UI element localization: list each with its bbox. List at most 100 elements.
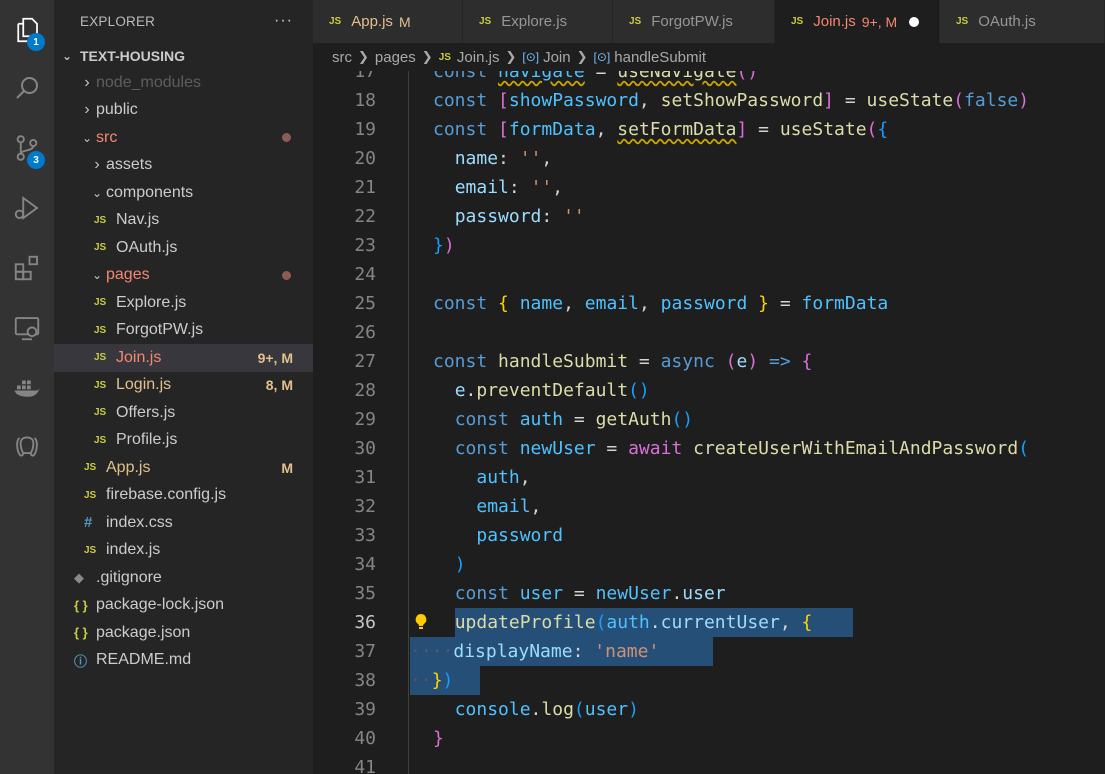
docker-icon[interactable] [0,364,54,412]
more-actions-icon[interactable]: ··· [274,12,293,30]
line-number: 26 [354,322,376,343]
code-line[interactable]: 40} [313,724,1105,753]
code-line[interactable]: 38 ··}) [313,666,1105,695]
code-line[interactable]: 22 password: '' [313,202,1105,231]
code-line[interactable]: 37 ····displayName: 'name' [313,637,1105,666]
code-line[interactable]: 28 e.preventDefault() [313,376,1105,405]
tree-file[interactable]: # index.css [54,509,313,537]
code-token: ] [736,119,748,140]
explorer-sidebar: EXPLORER ··· ⌄ TEXT-HOUSING › node_module… [54,0,313,774]
git-file-icon: ◆ [74,569,84,585]
code-line[interactable]: 19 const [formData, setFormData] = useSta… [313,115,1105,144]
tree-file[interactable]: JS Login.js 8, M [54,372,313,400]
code-line[interactable]: 17 const navigate = useNavigate() [313,71,1105,86]
breadcrumb-pages[interactable]: pages [375,49,416,66]
code-token: => [758,351,802,372]
code-line[interactable]: 24 [313,260,1105,289]
code-line[interactable]: 33 password [313,521,1105,550]
project-section[interactable]: ⌄ TEXT-HOUSING [54,42,313,69]
code-token: const [433,90,499,111]
breadcrumb-symbol-handlesubmit[interactable]: handleSubmit [614,49,706,66]
tree-file[interactable]: JS firebase.config.js [54,482,313,510]
code-line[interactable]: 29 const auth = getAuth() [313,405,1105,434]
tree-file[interactable]: JS index.js [54,537,313,565]
code-token: log [541,699,574,720]
tab-join-js[interactable]: JS Join.js 9+, M [775,0,940,43]
run-debug-icon[interactable] [0,184,54,232]
explorer-icon[interactable]: 1 [0,6,54,54]
tree-file[interactable]: JS Offers.js [54,399,313,427]
tab-status: M [398,13,411,30]
code-token: { [498,293,520,314]
code-text: name: '', [433,148,553,169]
postgres-icon[interactable] [0,424,54,472]
code-token: ) [443,235,455,256]
tree-item-label: Offers.js [116,403,176,421]
code-line[interactable]: 35 const user = newUser.user [313,579,1105,608]
js-file-icon: JS [84,462,97,474]
code-line[interactable]: 20 name: '', [313,144,1105,173]
tree-file[interactable]: JS OAuth.js [54,234,313,262]
tree-folder[interactable]: › assets [54,152,313,180]
code-text: password: '' [433,206,585,227]
code-token: console [454,699,531,720]
js-file-icon: JS [84,489,97,501]
code-editor[interactable]: 17 const navigate = useNavigate() 18 const … [313,71,1105,774]
tree-file[interactable]: { } package-lock.json [54,592,313,620]
lightbulb-icon[interactable] [413,613,429,631]
tree-file[interactable]: JS Nav.js [54,207,313,235]
code-token: } [433,728,444,749]
tab-oauth-js[interactable]: JS OAuth.js [940,0,1105,43]
tree-file[interactable]: ⓘ README.md [54,647,313,675]
tree-item-label: package.json [96,623,191,641]
code-line[interactable]: 26 [313,318,1105,347]
code-token: const [433,119,499,140]
breadcrumb-symbol-join[interactable]: Join [543,49,571,66]
code-token: , [541,148,553,169]
tree-file[interactable]: JS Explore.js [54,289,313,317]
remote-explorer-icon[interactable] [0,304,54,352]
code-token: ( [1018,438,1030,459]
tree-folder[interactable]: ⌄ components [54,179,313,207]
code-line[interactable]: 31 auth, [313,463,1105,492]
search-icon[interactable] [0,64,54,112]
tree-item-label: public [96,101,138,119]
code-line[interactable]: 36 updateProfile(auth.currentUser, { [313,608,1105,637]
tree-folder[interactable]: › node_modules [54,69,313,97]
code-line[interactable]: 34 ) [313,550,1105,579]
breadcrumb-file[interactable]: Join.js [457,49,500,66]
code-token: () [628,380,650,401]
code-text: const [showPassword, setShowPassword] = … [433,90,1029,111]
code-line[interactable]: 25 const { name, email, password } = form… [313,289,1105,318]
code-line[interactable]: 32 email, [313,492,1105,521]
code-text: ··}) [410,670,453,691]
tree-item-label: index.js [106,541,161,559]
tree-folder[interactable]: › public [54,97,313,125]
code-token: ( [595,612,607,633]
breadcrumb-src[interactable]: src [332,49,352,66]
code-line[interactable]: 27 const handleSubmit = async (e) => { [313,347,1105,376]
tab-explore-js[interactable]: JS Explore.js [463,0,613,43]
unsaved-dot-icon[interactable] [909,16,920,27]
tab-app-js[interactable]: JS App.js M [313,0,463,43]
source-control-icon[interactable]: 3 [0,124,54,172]
extensions-icon[interactable] [0,244,54,292]
code-line[interactable]: 23}) [313,231,1105,260]
json-file-icon: { } [74,625,88,641]
code-line[interactable]: 30 const newUser = await createUserWithE… [313,434,1105,463]
code-token: . [649,612,661,633]
code-line[interactable]: 39 console.log(user) [313,695,1105,724]
tree-file[interactable]: JS Profile.js [54,427,313,455]
code-line[interactable]: 18 const [showPassword, setShowPassword] … [313,86,1105,115]
code-line[interactable]: 21 email: '', [313,173,1105,202]
tree-file[interactable]: JS ForgotPW.js [54,317,313,345]
tree-folder[interactable]: ⌄ src [54,124,313,152]
tree-file[interactable]: { } package.json [54,619,313,647]
code-line[interactable]: 41 [313,753,1105,774]
tree-file[interactable]: JS App.js M [54,454,313,482]
tab-forgotpw-js[interactable]: JS ForgotPW.js [613,0,775,43]
tree-folder[interactable]: ⌄ pages [54,262,313,290]
tree-file[interactable]: ◆ .gitignore [54,564,313,592]
tree-file[interactable]: JS Join.js 9+, M [54,344,313,372]
